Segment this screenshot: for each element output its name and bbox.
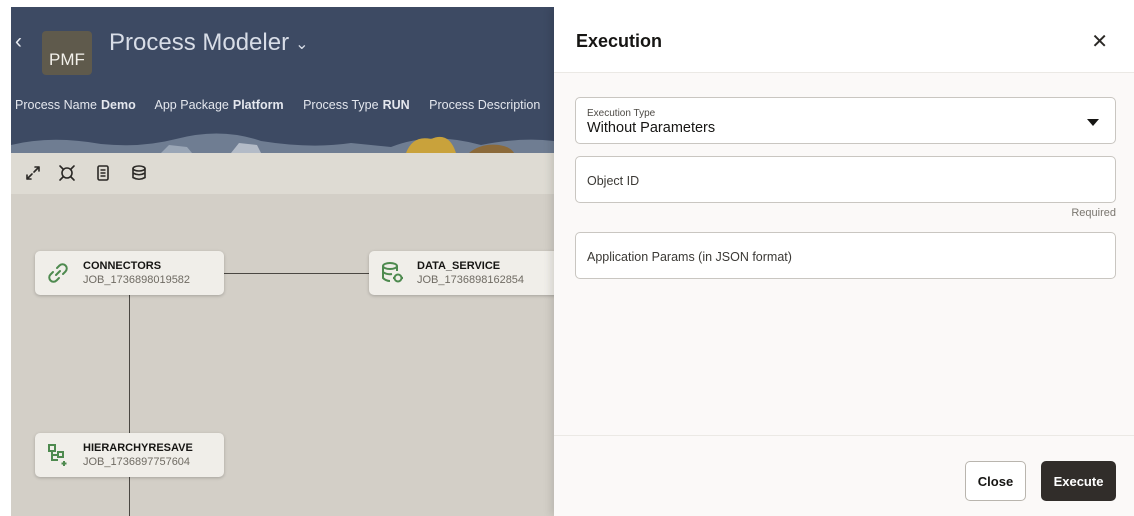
node-name: CONNECTORS: [83, 260, 162, 272]
node-name: HIERARCHYRESAVE: [83, 442, 193, 454]
process-node[interactable]: HIERARCHYRESAVE JOB_1736897757604: [35, 433, 224, 477]
meta-value-process-type: RUN: [382, 98, 410, 112]
application-params-placeholder: Application Params (in JSON format): [587, 250, 792, 264]
node-job-id: JOB_1736897757604: [83, 456, 191, 468]
chevron-down-icon: ⌄: [295, 35, 309, 53]
drawer-body: Execution Type Without Parameters Object…: [554, 73, 1134, 435]
link-icon: [48, 263, 68, 283]
execution-type-label: Execution Type: [587, 108, 656, 119]
canvas-toolbar: [11, 153, 554, 194]
node-name: DATA_SERVICE: [417, 260, 501, 272]
database-icon[interactable]: [130, 164, 148, 182]
hierarchy-icon: [48, 444, 67, 466]
node-job-id: JOB_1736898162854: [417, 274, 525, 286]
application-params-field[interactable]: Application Params (in JSON format): [575, 232, 1116, 279]
object-id-placeholder: Object ID: [587, 174, 640, 188]
connector-line: [129, 295, 130, 433]
execute-button[interactable]: Execute: [1041, 461, 1116, 501]
drawer-header: Execution ✕: [554, 7, 1134, 73]
close-button[interactable]: Close: [965, 461, 1026, 501]
top-rule: [0, 0, 1134, 7]
process-modeler-app: ‹ PMF Process Modeler ⌄ Process Name Demo …: [11, 7, 554, 516]
drawer-title: Execution: [576, 31, 663, 51]
expand-icon[interactable]: [24, 164, 42, 182]
execution-type-value: Without Parameters: [587, 120, 716, 136]
execution-type-select[interactable]: Execution Type Without Parameters: [575, 97, 1116, 144]
connector-line: [129, 476, 130, 516]
process-node[interactable]: CONNECTORS JOB_1736898019582: [35, 251, 224, 295]
document-icon[interactable]: [94, 164, 112, 182]
page-title-text: Process Modeler: [109, 29, 290, 56]
fit-view-icon[interactable]: [58, 164, 76, 182]
app-header: ‹ PMF Process Modeler ⌄ Process Name Demo …: [11, 7, 554, 153]
execution-drawer: Execution ✕ Execution Type Without Param…: [554, 7, 1134, 516]
connector-line: [224, 273, 369, 274]
process-meta: Process Name Demo App Package Platform Pro…: [15, 98, 554, 112]
meta-label-process-name: Process Name: [15, 98, 97, 112]
chevron-left-icon: ‹: [15, 30, 22, 53]
caret-down-icon: [1087, 119, 1099, 126]
process-node[interactable]: DATA_SERVICE JOB_1736898162854: [369, 251, 554, 295]
app-logo-text: PMF: [49, 50, 85, 69]
meta-label-process-type: Process Type: [303, 98, 379, 112]
database-service-icon: [382, 262, 403, 283]
page-title[interactable]: Process Modeler ⌄: [109, 29, 308, 57]
node-job-id: JOB_1736898019582: [83, 274, 191, 286]
drawer-footer: Close Execute: [554, 435, 1134, 516]
meta-label-app-package: App Package: [154, 98, 229, 112]
required-hint: Required: [1071, 207, 1116, 219]
back-button[interactable]: ‹: [15, 30, 22, 54]
left-rule: [0, 0, 11, 516]
meta-label-process-description: Process Description: [429, 98, 541, 112]
meta-value-process-name: Demo: [100, 98, 136, 112]
process-canvas[interactable]: CONNECTORS JOB_1736898019582 DATA_SERVIC…: [11, 194, 554, 516]
meta-value-app-package: Platform: [232, 98, 284, 112]
close-icon[interactable]: ✕: [1091, 29, 1108, 54]
object-id-field[interactable]: Object ID: [575, 156, 1116, 203]
app-logo: PMF: [42, 31, 92, 75]
